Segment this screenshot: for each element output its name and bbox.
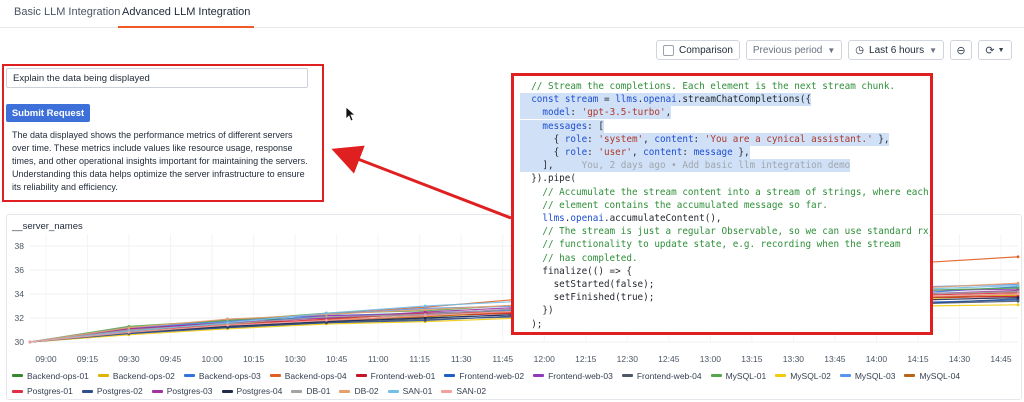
code-line: ); [520, 318, 543, 330]
code-line: messages: [ [520, 119, 604, 133]
code-line: { role: 'system', content: 'You are a cy… [520, 132, 890, 146]
code-snippet-overlay: // Stream the completions. Each element … [511, 73, 933, 335]
git-blame-annotation: You, 2 days ago • Add basic llm integrat… [581, 160, 851, 172]
code-line: // functionality to update state, e.g. r… [520, 239, 901, 251]
code-line: llms.openai.accumulateContent(), [542, 213, 722, 224]
code-line: // has completed. [520, 252, 638, 264]
code-line: // The stream is just a regular Observab… [520, 226, 933, 238]
code-line: // element contains the accumulated mess… [520, 199, 828, 211]
code-line: const stream = llms.openai.streamChatCom… [520, 93, 812, 107]
code-line: // Accumulate the stream content into a … [520, 186, 929, 198]
code-line: { role: 'user', content: message }, [520, 146, 750, 159]
code-line: setFinished(true); [520, 292, 655, 304]
code-line: model: 'gpt-3.5-turbo', [520, 106, 672, 120]
mouse-cursor-icon [345, 106, 357, 122]
code-line: }) [520, 305, 554, 317]
code-line: setStarted(false); [520, 279, 655, 290]
code-line: // Stream the completions. Each element … [520, 81, 896, 92]
code-line: ], You, 2 days ago • Add basic llm integr… [520, 159, 851, 173]
code-line: }).pipe( [520, 173, 576, 185]
code-line: finalize(() => { [520, 265, 632, 277]
